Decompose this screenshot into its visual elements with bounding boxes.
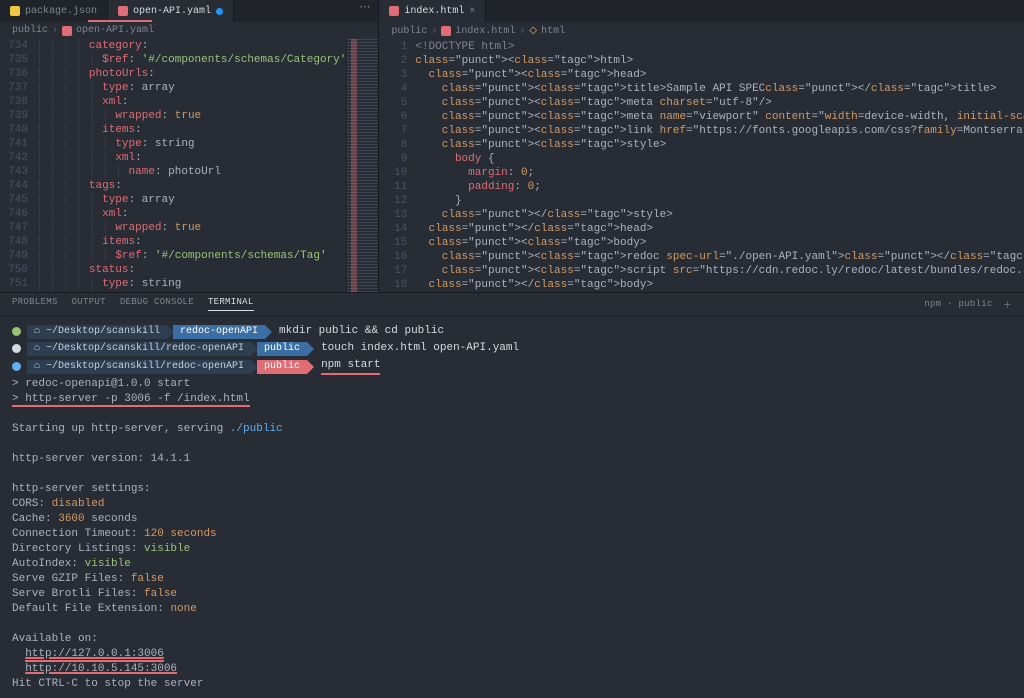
code-body[interactable]: <!DOCTYPE html> class="punct"><class="ta… (415, 40, 1024, 292)
tab-bar-left: package.json open-API.yaml ⋯ (0, 0, 378, 22)
html-icon (389, 6, 399, 16)
tab-bar-right: index.html × ▥ ⋯ (379, 0, 1024, 22)
json-icon (10, 6, 20, 16)
modified-dot-icon (216, 8, 223, 15)
breadcrumb-part: open-API.yaml (76, 25, 154, 36)
yaml-icon (118, 6, 128, 16)
status-dot-icon (12, 344, 21, 353)
panel-tab-output[interactable]: OUTPUT (72, 297, 106, 311)
breadcrumb-part: public (12, 25, 48, 36)
status-dot-icon (12, 362, 21, 371)
prompt-line: ⌂ ~/Desktop/scanskillredoc-openAPImkdir … (12, 324, 1012, 339)
tab-open-api-yaml[interactable]: open-API.yaml (108, 0, 234, 22)
html-icon (441, 26, 451, 36)
panel-tab-problems[interactable]: PROBLEMS (12, 297, 58, 311)
chevron-right-icon: › (431, 26, 437, 37)
prompt-line: ⌂ ~/Desktop/scanskill/redoc-openAPIpubli… (12, 341, 1012, 356)
status-dot-icon (12, 327, 21, 336)
annotation-underline (88, 20, 152, 22)
tab-label: open-API.yaml (133, 6, 211, 17)
yaml-icon (62, 26, 72, 36)
line-gutter: 1 2 3 4 5 6 7 8 9 10 11 12 13 14 15 16 1… (379, 40, 415, 292)
close-icon[interactable]: × (469, 6, 475, 17)
prompt-line: ⌂ ~/Desktop/scanskill/redoc-openAPIpubli… (12, 358, 1012, 375)
tab-package-json[interactable]: package.json (0, 0, 108, 22)
tab-index-html[interactable]: index.html × (379, 0, 486, 22)
more-icon[interactable]: ⋯ (351, 0, 378, 22)
minimap[interactable] (346, 39, 378, 292)
code-body[interactable]: │ │ │ │ category: │ │ │ │ │ $ref: '#/com… (36, 39, 346, 292)
code-editor-right[interactable]: 1 2 3 4 5 6 7 8 9 10 11 12 13 14 15 16 1… (379, 40, 1024, 292)
breadcrumb-right[interactable]: public › index.html › ◇ html (379, 22, 1024, 40)
breadcrumb-part: html (541, 26, 565, 37)
bottom-panel: PROBLEMS OUTPUT DEBUG CONSOLE TERMINAL n… (0, 292, 1024, 698)
editor-pane-left: package.json open-API.yaml ⋯ public › op… (0, 0, 379, 292)
breadcrumb-part: public (391, 26, 427, 37)
terminal-body[interactable]: ⌂ ~/Desktop/scanskillredoc-openAPImkdir … (0, 316, 1024, 698)
terminal-process-label[interactable]: npm · public (924, 299, 992, 309)
panel-tab-debug[interactable]: DEBUG CONSOLE (120, 297, 194, 311)
panel-tab-bar: PROBLEMS OUTPUT DEBUG CONSOLE TERMINAL n… (0, 293, 1024, 316)
chevron-right-icon: › (52, 25, 58, 36)
breadcrumb-left[interactable]: public › open-API.yaml (0, 22, 378, 39)
breadcrumb-part: index.html (455, 26, 515, 37)
plus-icon[interactable]: ＋ (1003, 298, 1012, 311)
tab-label: index.html (404, 6, 464, 17)
code-editor-left[interactable]: 734 735 736 737 738 739 740 741 742 743 … (0, 39, 378, 292)
panel-tab-terminal[interactable]: TERMINAL (208, 297, 254, 311)
editor-pane-right: index.html × ▥ ⋯ public › index.html › ◇… (379, 0, 1024, 292)
line-gutter: 734 735 736 737 738 739 740 741 742 743 … (0, 39, 36, 292)
tab-label: package.json (25, 6, 97, 17)
chevron-right-icon: › (519, 26, 525, 37)
